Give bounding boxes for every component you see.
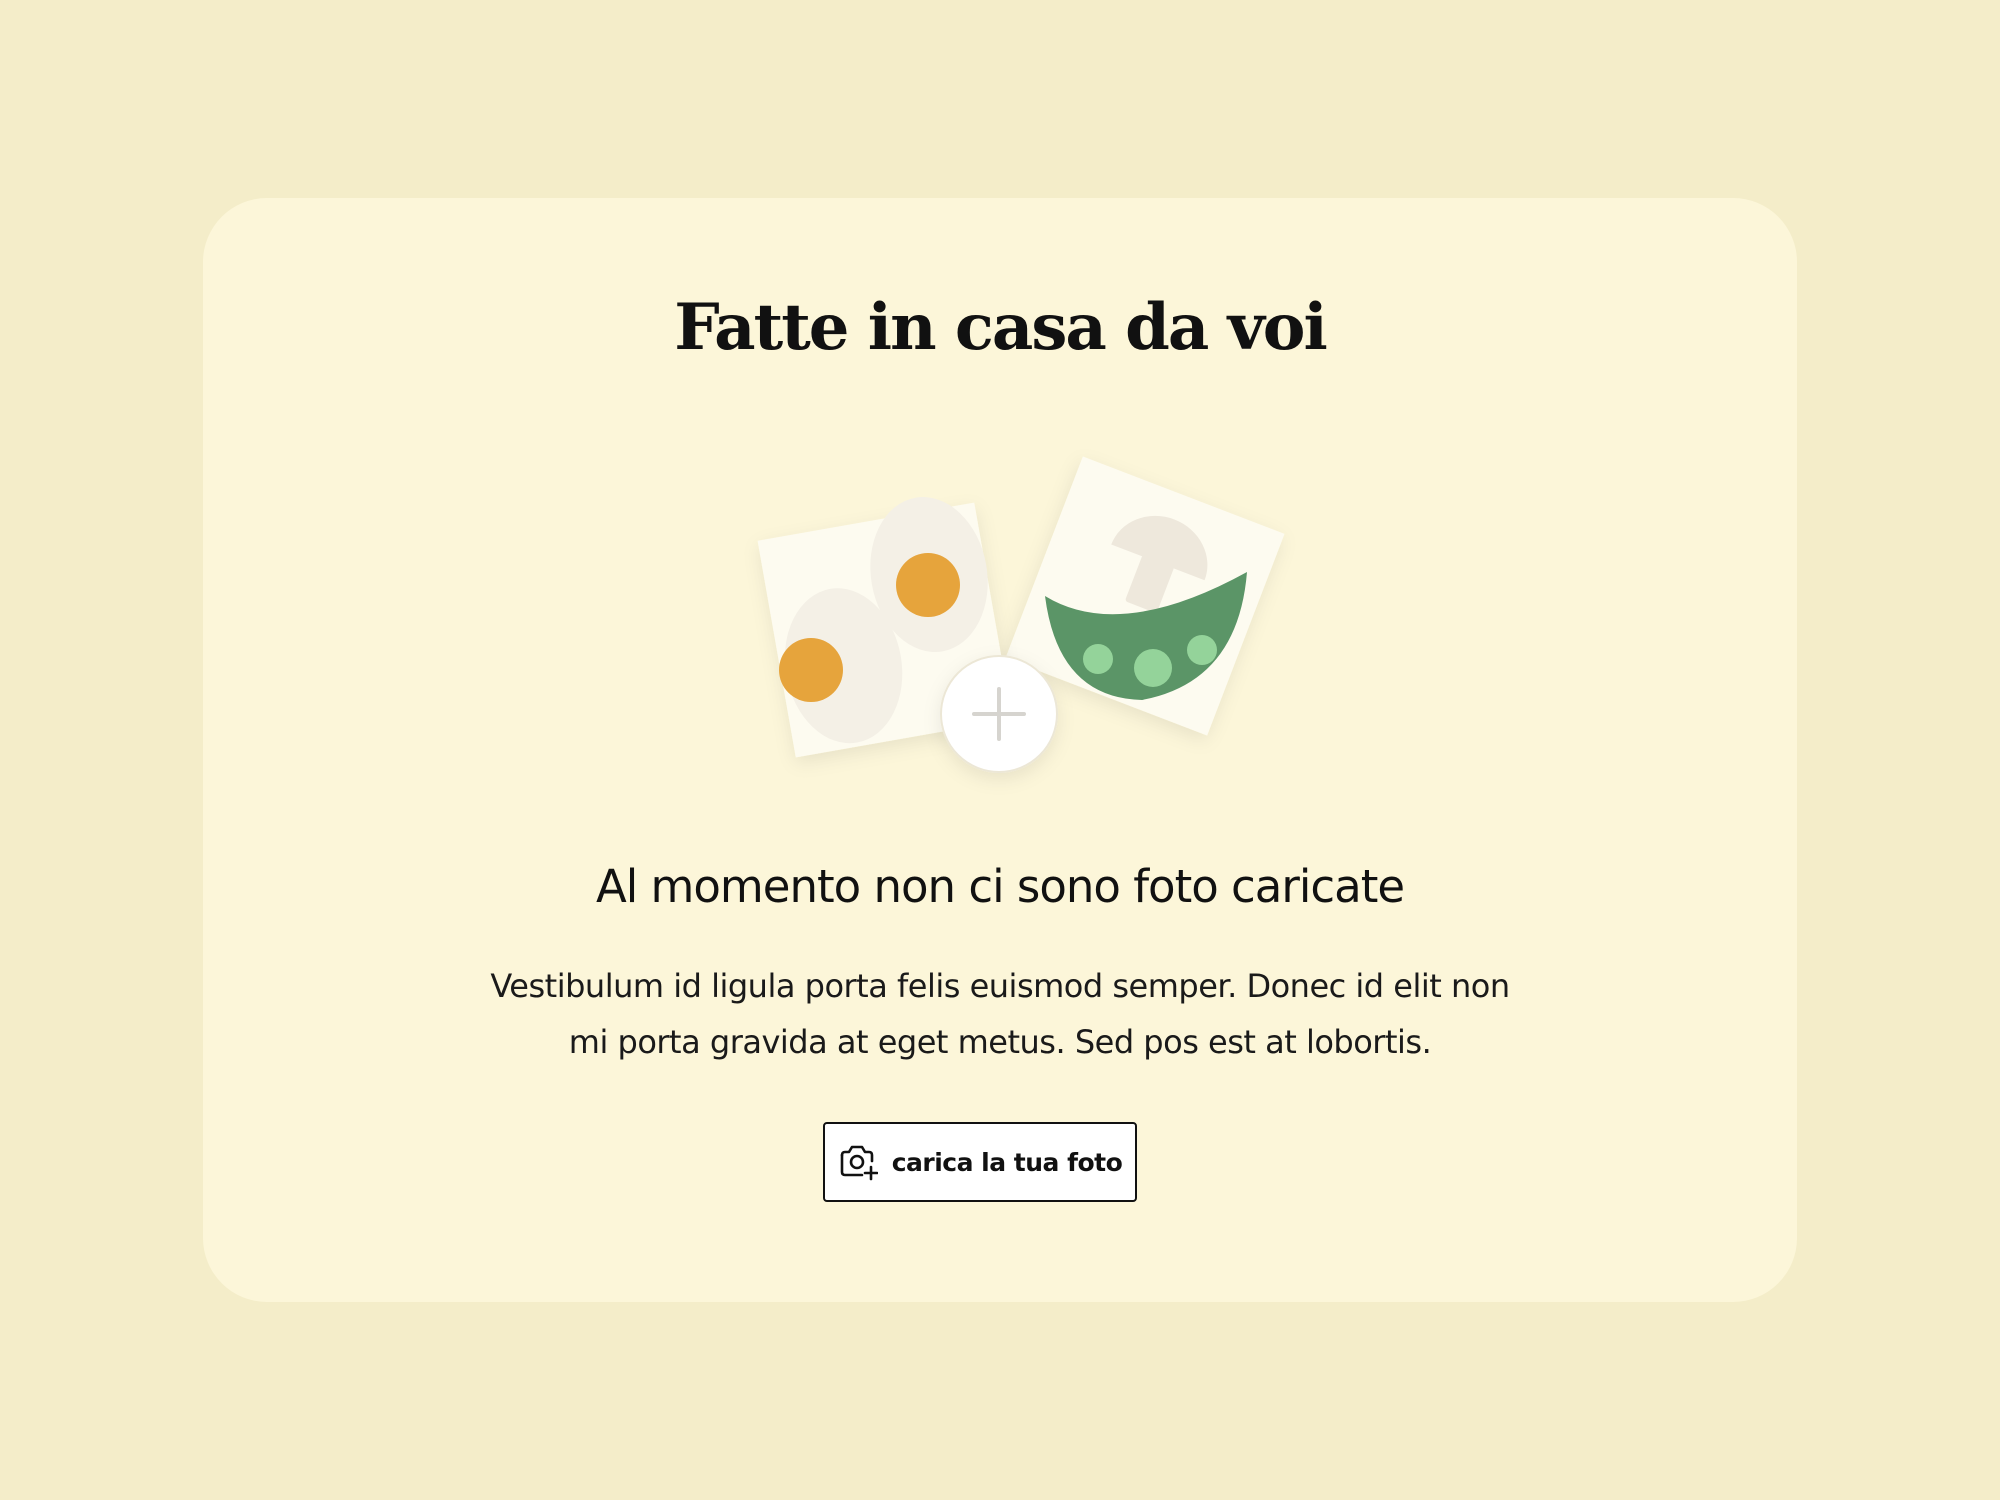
yolk-left	[779, 638, 843, 702]
plus-icon	[940, 655, 1058, 773]
empty-state-heading: Al momento non ci sono foto caricate	[595, 860, 1405, 913]
camera-add-icon	[838, 1142, 878, 1182]
empty-photos-illustration	[700, 420, 1340, 800]
page-title: Fatte in casa da voi	[674, 290, 1328, 365]
upload-photo-button[interactable]: carica la tua foto	[823, 1122, 1137, 1202]
upload-photo-label: carica la tua foto	[891, 1147, 1123, 1177]
yolk-right	[896, 553, 960, 617]
empty-state-description: Vestibulum id ligula porta felis euismod…	[490, 967, 1510, 1061]
